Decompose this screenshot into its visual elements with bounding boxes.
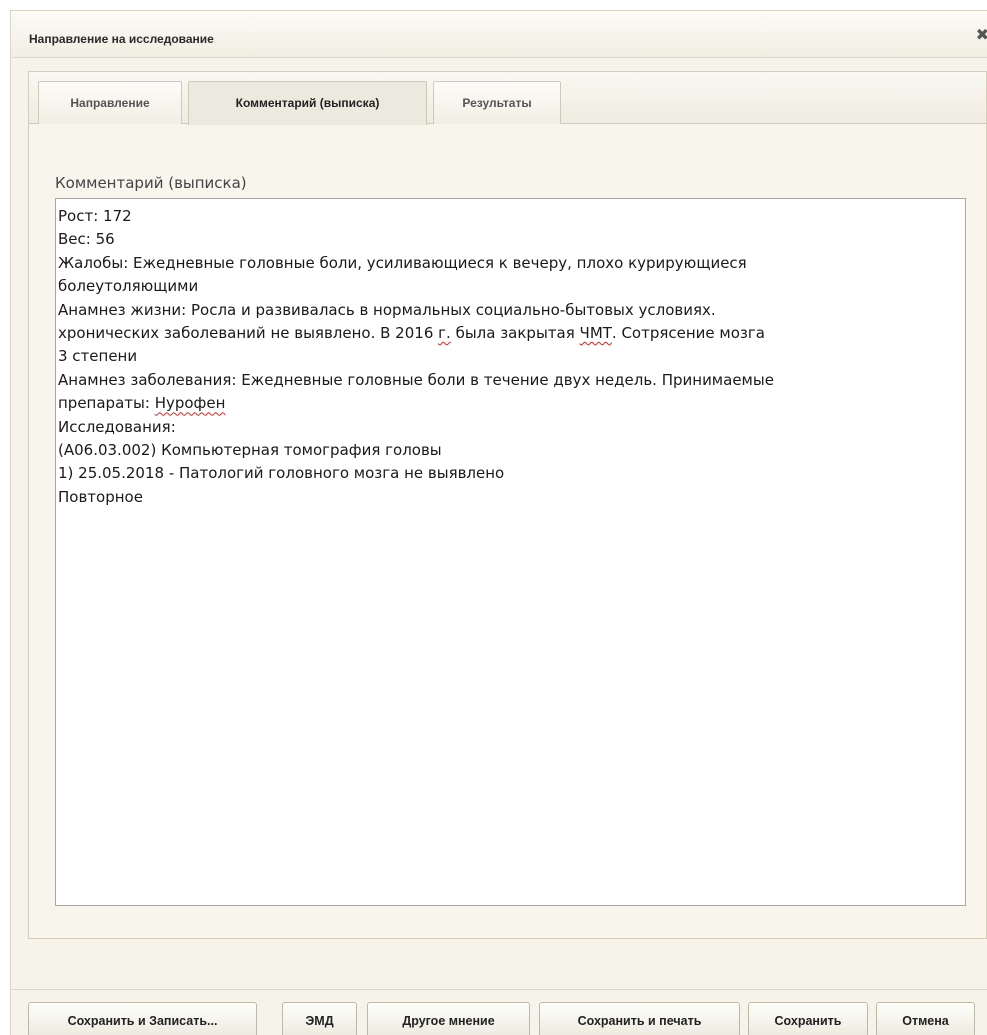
save-and-book-button[interactable]: Сохранить и Записать... (28, 1002, 257, 1035)
dialog-titlebar: Направление на исследование ✖ (11, 11, 987, 58)
save-and-print-button[interactable]: Сохранить и печать (539, 1002, 740, 1035)
save-button[interactable]: Сохранить (748, 1002, 868, 1035)
tab-bar: Направление Комментарий (выписка) Резуль… (29, 72, 986, 125)
comment-textarea[interactable]: Рост: 172 Вес: 56 Жалобы: Ежедневные гол… (55, 198, 966, 906)
cancel-button[interactable]: Отмена (876, 1002, 975, 1035)
text-line: Жалобы: Ежедневные головные боли, усилив… (58, 253, 747, 272)
text-fragment: хронических заболеваний не выявлено. В 2… (58, 324, 439, 343)
text-line: Анамнез заболевания: Ежедневные головные… (58, 370, 774, 389)
tab-results[interactable]: Результаты (433, 81, 561, 124)
text-line: 3 степени (58, 347, 138, 366)
text-line: хронических заболеваний не выявлено. В 2… (58, 322, 963, 345)
text-line: (А06.03.002) Компьютерная томография гол… (58, 441, 442, 460)
text-line: Анамнез жизни: Росла и развивалась в нор… (58, 300, 716, 319)
emd-button[interactable]: ЭМД (282, 1002, 357, 1035)
tab-direction[interactable]: Направление (38, 81, 182, 124)
text-line: Повторное (58, 487, 143, 506)
dialog-title: Направление на исследование (29, 32, 214, 46)
tab-comment[interactable]: Комментарий (выписка) (188, 81, 427, 125)
text-line: Исследования: (58, 417, 176, 436)
text-line: Вес: 56 (58, 230, 115, 249)
text-fragment: препараты: (58, 394, 155, 413)
text-line: Рост: 172 (58, 207, 132, 225)
close-icon[interactable]: ✖ (975, 27, 987, 45)
text-line: 1) 25.05.2018 - Патологий головного мозг… (58, 464, 505, 483)
comment-field-label: Комментарий (выписка) (55, 174, 247, 192)
text-fragment: была закрытая (450, 324, 580, 343)
other-opinion-button[interactable]: Другое мнение (367, 1002, 530, 1035)
text-line: болеутоляющими (58, 277, 199, 296)
direction-dialog: Направление на исследование ✖ Направлени… (10, 10, 987, 1035)
spellcheck-word: ЧМТ (579, 324, 612, 343)
spellcheck-word: Нурофен (154, 394, 226, 413)
text-fragment: . Сотрясение мозга (611, 324, 765, 343)
text-line: препараты: Нурофен (58, 392, 963, 415)
spellcheck-word: г. (438, 324, 451, 343)
tab-panel: Направление Комментарий (выписка) Резуль… (28, 71, 987, 939)
